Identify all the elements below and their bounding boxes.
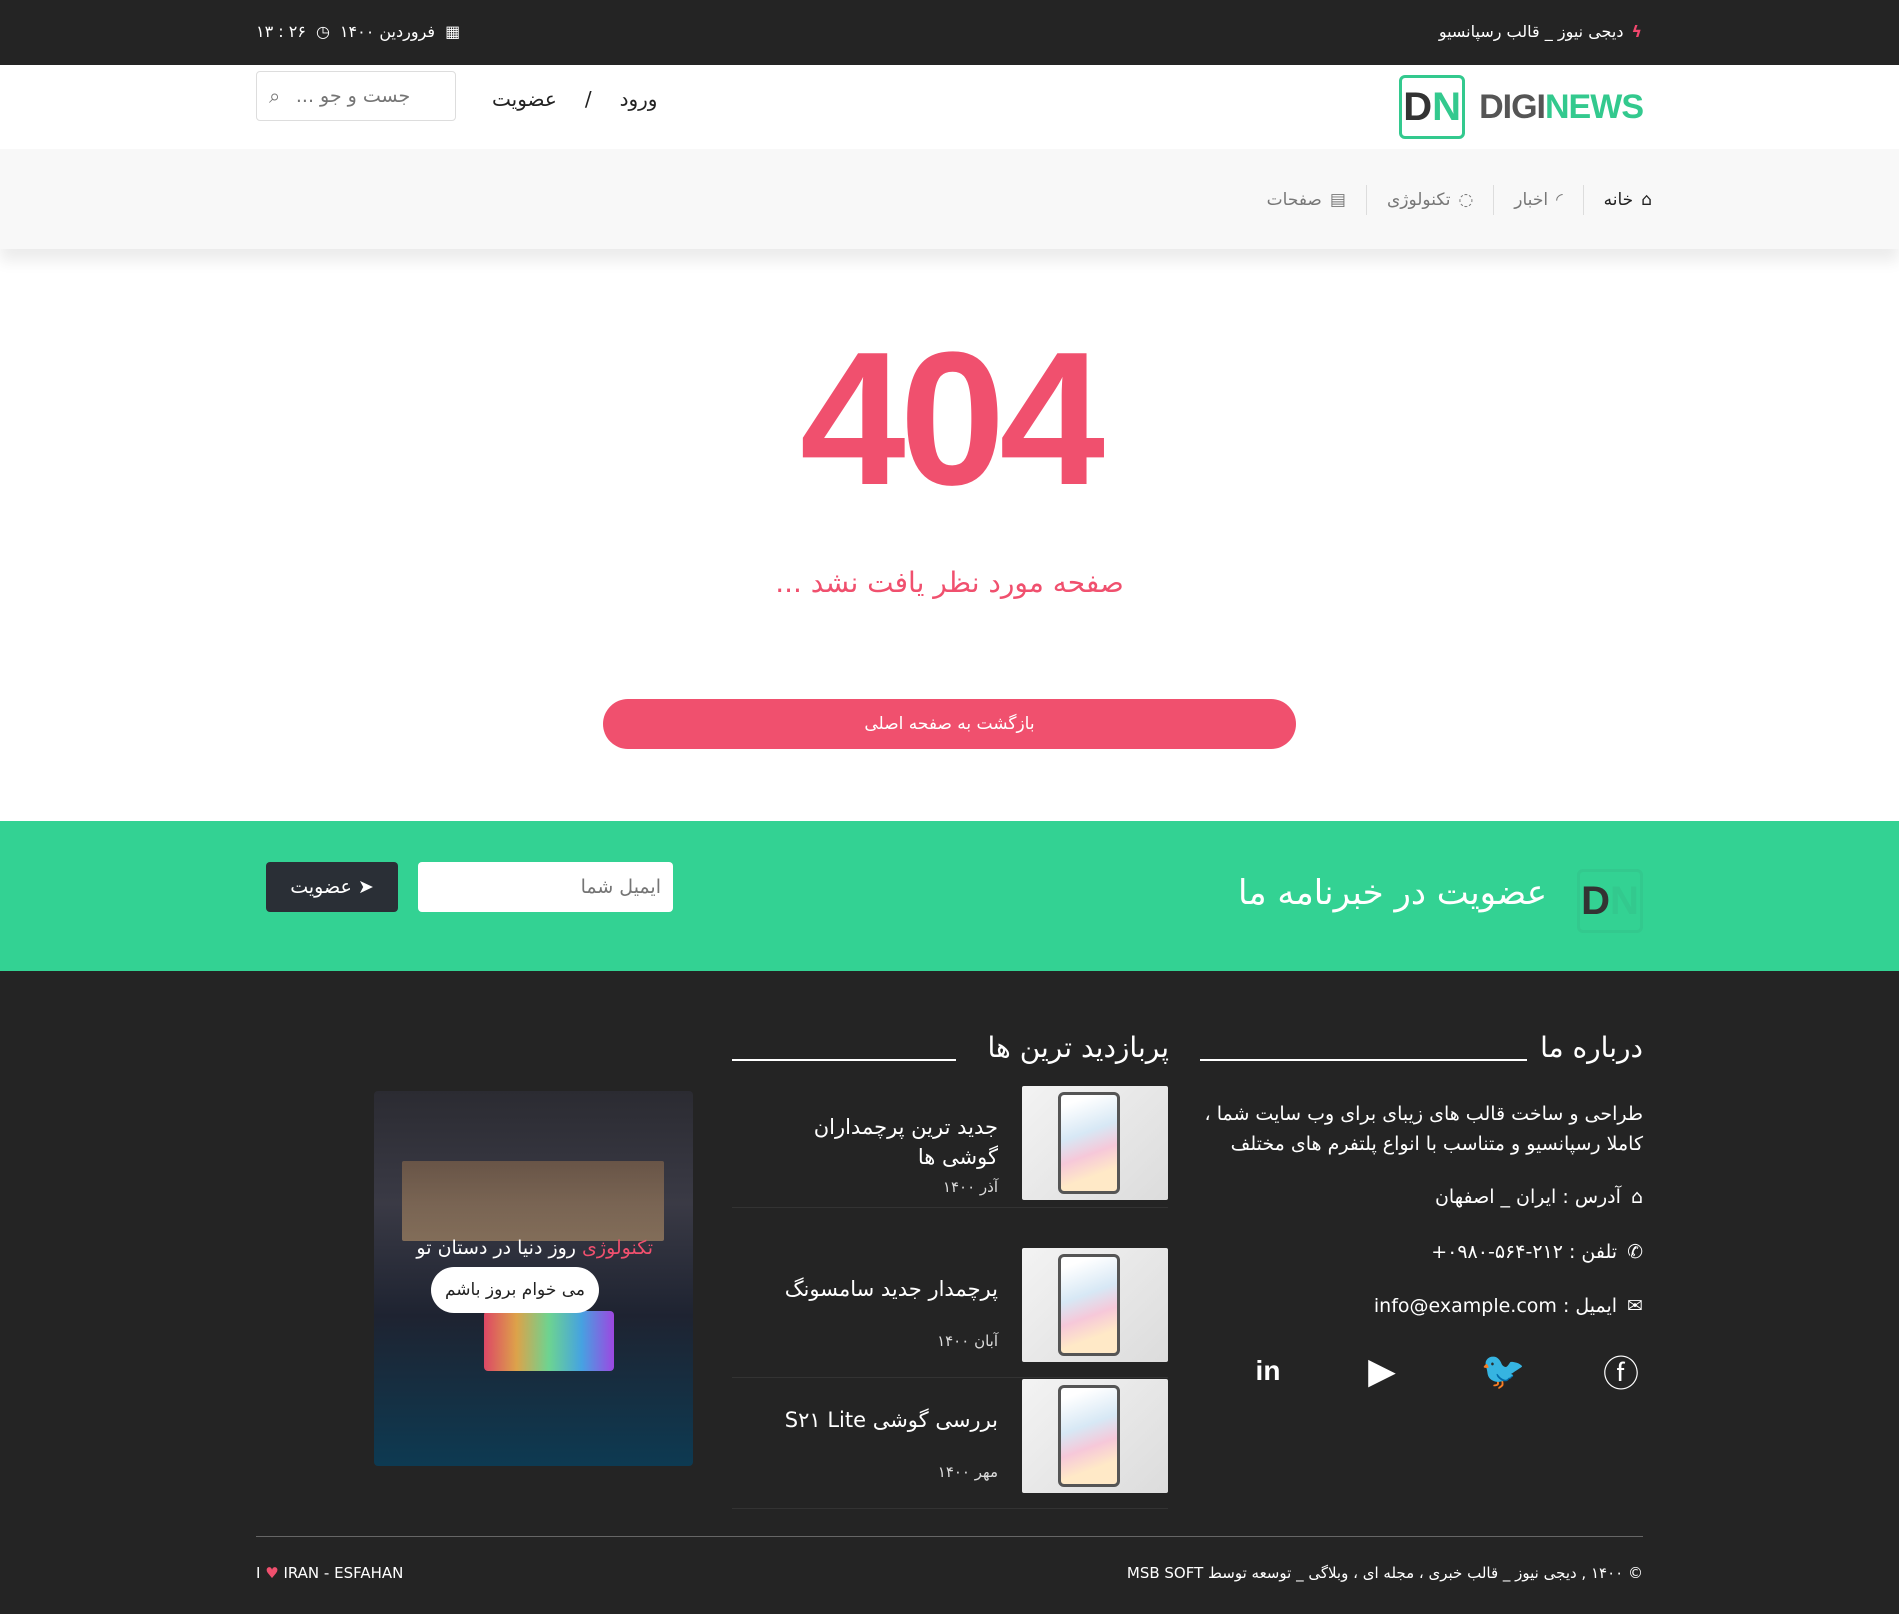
monitor-image xyxy=(402,1161,664,1241)
newsletter-logo: DN xyxy=(1577,869,1643,933)
phone-row: ✆ تلفن : ۲۱۲-۵۶۴-۰۹۸۰+ xyxy=(1431,1241,1643,1263)
rss-icon: ◜ xyxy=(1556,190,1563,210)
youtube-icon[interactable]: ▶ xyxy=(1360,1349,1404,1393)
location-text: IRAN - ESFAHAN xyxy=(283,1564,404,1582)
post-date: آبان ۱۴۰۰ xyxy=(937,1332,998,1350)
popular-post[interactable]: بررسی گوشی S۲۱ Lite مهر ۱۴۰۰ xyxy=(732,1379,1168,1509)
search-box: ⌕ xyxy=(256,71,456,121)
file-icon: ▤ xyxy=(1329,190,1346,210)
home-icon: ⌂ xyxy=(1630,1186,1643,1208)
phone-image xyxy=(1058,1254,1120,1356)
site-title: دیجی نیوز _ قالب رسپانسیو xyxy=(1438,22,1624,41)
newsletter-email-input[interactable] xyxy=(418,862,673,912)
logo[interactable]: DN DIGINEWS xyxy=(1399,75,1644,139)
logo-text-digi: DIGI xyxy=(1479,87,1546,126)
nav-item-home[interactable]: ⌂ خانه xyxy=(1582,185,1652,215)
logo-text-news: NEWS xyxy=(1545,87,1644,126)
address-text: آدرس : ایران _ اصفهان xyxy=(1434,1186,1621,1208)
newsletter-logo-n: N xyxy=(1610,878,1639,923)
circle-icon: ◌ xyxy=(1458,190,1474,210)
promo-banner: تکنولوژی روز دنیا در دستان تو می خوام بر… xyxy=(374,1091,693,1466)
site-tagline: ϟ دیجی نیوز _ قالب رسپانسیو xyxy=(1439,22,1642,41)
auth-links: ورود / عضویت xyxy=(492,87,657,111)
location: I ♥ IRAN - ESFAHAN xyxy=(256,1564,404,1582)
newsletter-subscribe-button[interactable]: ➤ عضویت xyxy=(266,862,398,912)
logo-mark-n: N xyxy=(1432,84,1461,129)
post-title[interactable]: پرچمدار جدید سامسونگ xyxy=(758,1274,998,1304)
top-bar: ϟ دیجی نیوز _ قالب رسپانسیو ▦ فروردین ۱۴… xyxy=(0,0,1899,65)
heart-icon: ♥ xyxy=(265,1564,279,1582)
facebook-icon[interactable]: ⓕ xyxy=(1599,1349,1643,1395)
date-text: فروردین ۱۴۰۰ xyxy=(339,22,436,41)
nav-label-home: خانه xyxy=(1603,190,1634,210)
linkedin-icon[interactable]: in xyxy=(1246,1349,1290,1393)
address-row: ⌂ آدرس : ایران _ اصفهان xyxy=(1435,1186,1643,1208)
clock-icon: ◷ xyxy=(315,22,330,41)
nav-item-tech[interactable]: ◌ تکنولوژی xyxy=(1365,185,1493,215)
logo-mark: DN xyxy=(1399,75,1466,139)
login-link[interactable]: ورود xyxy=(620,87,658,111)
email-text: ایمیل : info@example.com xyxy=(1373,1295,1618,1317)
phone-image xyxy=(1058,1092,1120,1194)
popular-post[interactable]: پرچمدار جدید سامسونگ آبان ۱۴۰۰ xyxy=(732,1248,1168,1378)
mail-icon: ✉ xyxy=(1627,1295,1643,1317)
search-icon[interactable]: ⌕ xyxy=(269,84,280,108)
phone-icon: ✆ xyxy=(1627,1241,1643,1263)
post-title[interactable]: بررسی گوشی S۲۱ Lite xyxy=(758,1405,998,1435)
calendar-icon: ▦ xyxy=(445,22,461,41)
bolt-icon: ϟ xyxy=(1631,22,1642,41)
post-thumbnail xyxy=(1022,1248,1168,1362)
post-thumbnail xyxy=(1022,1086,1168,1200)
main-nav: ⌂ خانه ◜ اخبار ◌ تکنولوژی ▤ صفحات xyxy=(0,149,1899,249)
phone-text: تلفن : ۲۱۲-۵۶۴-۰۹۸۰+ xyxy=(1431,1241,1618,1263)
subscribe-label: عضویت xyxy=(290,876,352,898)
auth-separator: / xyxy=(584,87,592,111)
nav-item-news[interactable]: ◜ اخبار xyxy=(1493,185,1582,215)
logo-mark-d: D xyxy=(1403,84,1433,129)
newsletter-section: DN عضویت در خبرنامه ما ➤ عضویت xyxy=(0,821,1899,971)
search-input[interactable] xyxy=(280,85,411,107)
keyboard-image xyxy=(484,1311,614,1371)
post-date: آذر ۱۴۰۰ xyxy=(942,1178,998,1196)
phone-image xyxy=(1058,1385,1120,1487)
register-link[interactable]: عضویت xyxy=(492,87,557,111)
promo-text: تکنولوژی روز دنیا در دستان تو xyxy=(416,1237,653,1259)
error-message: صفحه مورد نظر یافت نشد ... xyxy=(775,566,1124,599)
about-title: درباره ما xyxy=(1540,1031,1643,1064)
date-time: ▦ فروردین ۱۴۰۰ ◷ ۲۶ : ۱۳ xyxy=(256,22,460,41)
copyright: © ۱۴۰۰ , دیجی نیوز _ قالب خبری ، مجله ای… xyxy=(1126,1564,1643,1582)
newsletter-title: عضویت در خبرنامه ما xyxy=(1237,873,1547,913)
footer-divider xyxy=(256,1536,1643,1537)
logo-text: DIGINEWS xyxy=(1479,87,1644,127)
footer: درباره ما طراحی و ساخت قالب های زیبای بر… xyxy=(0,971,1899,1614)
post-thumbnail xyxy=(1022,1379,1168,1493)
header: DN DIGINEWS ورود / عضویت ⌕ xyxy=(0,65,1899,149)
time-text: ۲۶ : ۱۳ xyxy=(256,22,306,41)
nav-label-pages: صفحات xyxy=(1266,190,1322,210)
send-icon: ➤ xyxy=(357,876,374,898)
post-title[interactable]: جدید ترین پرچمداران گوشی ها xyxy=(758,1112,998,1172)
error-code: 404 xyxy=(799,313,1105,525)
popular-title: پربازدید ترین ها xyxy=(987,1031,1170,1064)
newsletter-logo-d: D xyxy=(1581,878,1610,923)
about-text: طراحی و ساخت قالب های زیبای برای وب سایت… xyxy=(1204,1103,1643,1155)
nav-item-pages[interactable]: ▤ صفحات xyxy=(1247,185,1366,215)
post-date: مهر ۱۴۰۰ xyxy=(937,1463,998,1481)
nav-label-tech: تکنولوژی xyxy=(1386,190,1451,210)
about-title-line xyxy=(1200,1059,1527,1061)
popular-post[interactable]: جدید ترین پرچمداران گوشی ها آذر ۱۴۰۰ xyxy=(732,1086,1168,1208)
promo-body: روز دنیا در دستان تو xyxy=(416,1237,583,1259)
nav-label-news: اخبار xyxy=(1514,190,1549,210)
popular-title-line xyxy=(732,1059,956,1061)
twitter-icon[interactable]: 🐦 xyxy=(1481,1349,1526,1393)
home-icon: ⌂ xyxy=(1641,190,1652,210)
back-home-button[interactable]: بازگشت به صفحه اصلی xyxy=(603,699,1296,749)
promo-accent: تکنولوژی xyxy=(582,1237,653,1259)
promo-button[interactable]: می خوام بروز باشم xyxy=(431,1267,599,1313)
email-row: ✉ ایمیل : info@example.com xyxy=(1374,1295,1643,1317)
